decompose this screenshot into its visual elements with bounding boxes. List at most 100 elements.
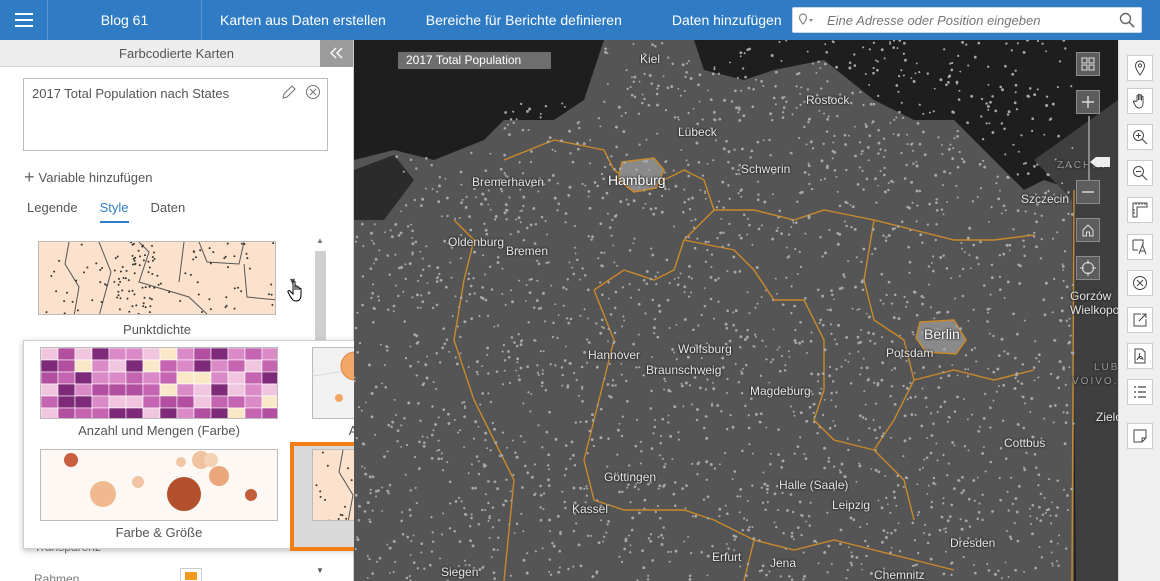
search-icon[interactable] (1113, 8, 1141, 32)
plus-icon (1082, 96, 1094, 108)
city-label: Berlin (924, 326, 960, 342)
text-annotation-button[interactable] (1127, 234, 1153, 260)
region-label: LUBU... (1094, 362, 1118, 373)
zoom-in-tool-button[interactable] (1127, 124, 1153, 150)
pencil-icon[interactable] (281, 84, 297, 100)
city-label: Kassel (572, 502, 609, 516)
collapse-panel-button[interactable] (320, 40, 353, 67)
pin-tool-button[interactable] (1127, 55, 1153, 81)
export-tool-button[interactable] (1127, 307, 1153, 333)
border-color-swatch[interactable] (180, 568, 202, 581)
nav-define-areas[interactable]: Bereiche für Berichte definieren (406, 0, 642, 40)
city-label: Hamburg (608, 172, 666, 188)
minus-icon (1082, 191, 1094, 193)
city-label: Erfurt (712, 550, 742, 564)
city-label: Zielona (1096, 410, 1118, 424)
city-label: Bremerhaven (472, 175, 545, 189)
location-pin-icon[interactable] (793, 8, 819, 32)
top-bar: Blog 61 Karten aus Daten erstellen Berei… (0, 0, 1160, 40)
style-option-label: Anzahl und Mengen (Farbe) (78, 423, 240, 438)
city-label: Potsdam (886, 346, 934, 360)
tab-daten[interactable]: Daten (151, 200, 186, 223)
search-input[interactable] (819, 12, 1113, 28)
plus-icon: + (24, 167, 35, 187)
home-button[interactable] (1076, 218, 1100, 242)
city-label: Bremen (506, 244, 549, 258)
zoom-in-button[interactable] (1076, 90, 1100, 114)
city-label: Wolfsburg (678, 342, 732, 356)
zoom-out-tool-button[interactable] (1127, 160, 1153, 186)
city-label: Oldenburg (448, 235, 505, 249)
city-label: Gorzów Wielkopolski (1070, 289, 1118, 317)
hamburger-menu-icon (14, 13, 33, 27)
city-label: Braunschweig (646, 363, 722, 377)
add-variable-button[interactable]: + Variable hinzufügen (24, 167, 153, 187)
city-label: Cottbus (1004, 436, 1046, 450)
city-label: Jena (770, 556, 797, 570)
zoom-out-button[interactable] (1076, 180, 1100, 204)
map-view[interactable]: 2017 Total Population Kiel Rostock Lübec… (354, 40, 1118, 581)
pdf-icon (1134, 348, 1146, 364)
double-chevron-left-icon (329, 47, 342, 59)
ruler-icon (1132, 202, 1148, 218)
legend-tool-button[interactable] (1127, 379, 1153, 405)
city-label: Hannover (588, 348, 641, 362)
city-label: Dresden (950, 536, 996, 550)
hand-icon (1132, 93, 1144, 109)
hand-cursor-icon (287, 280, 305, 305)
city-label: Halle (Saale) (779, 478, 849, 492)
scroll-up-icon[interactable]: ▲ (316, 236, 324, 245)
scrollbar-thumb[interactable] (315, 251, 326, 351)
text-box-icon (1132, 239, 1147, 255)
location-search (792, 7, 1142, 33)
map-title-field[interactable]: 2017 Total Population nach States (23, 78, 328, 151)
menu-button[interactable] (0, 0, 48, 40)
clear-icon[interactable] (305, 84, 321, 100)
pan-tool-button[interactable] (1127, 88, 1153, 114)
grid-icon (1081, 57, 1095, 71)
zoom-slider-track[interactable] (1088, 116, 1090, 180)
city-label: Chemnitz (874, 568, 925, 581)
home-icon (1082, 224, 1094, 237)
tab-legende[interactable]: Legende (27, 200, 78, 223)
map-title-text: 2017 Total Population nach States (32, 86, 230, 101)
city-label: Siegen (441, 565, 479, 579)
style-option-color-size[interactable]: Farbe & Größe (40, 449, 278, 540)
city-label: Schwerin (741, 162, 791, 176)
panel-header: Farbcodierte Karten (0, 40, 353, 67)
style-option-label: Farbe & Größe (115, 525, 203, 540)
zoom-out-icon (1133, 166, 1148, 181)
city-label: Göttingen (604, 470, 657, 484)
color-size-thumbnail (40, 449, 278, 521)
map-pin-icon (1134, 60, 1146, 76)
export-icon (1133, 313, 1147, 327)
nav-create-maps[interactable]: Karten aus Daten erstellen (202, 0, 406, 40)
locate-button[interactable] (1076, 256, 1100, 280)
style-option-counts-color[interactable]: Anzahl und Mengen (Farbe) (40, 347, 278, 438)
map-canvas (354, 40, 1118, 581)
counts-color-thumbnail (40, 347, 278, 419)
border-label: Rahmen (34, 572, 80, 581)
list-icon (1134, 386, 1146, 398)
measure-tool-button[interactable] (1127, 197, 1153, 223)
city-label: Lübeck (678, 125, 717, 139)
current-style-label: Punktdichte (123, 322, 191, 337)
crosshair-icon (1080, 260, 1096, 276)
panel-title: Farbcodierte Karten (119, 46, 234, 61)
add-variable-label: Variable hinzufügen (38, 170, 153, 185)
notes-tool-button[interactable] (1127, 423, 1153, 449)
pdf-export-button[interactable] (1127, 343, 1153, 369)
city-label: Szczecin (1021, 192, 1070, 206)
current-style-thumbnail[interactable] (38, 241, 276, 315)
clear-tool-button[interactable] (1127, 270, 1153, 296)
project-title[interactable]: Blog 61 (48, 0, 202, 40)
close-circle-icon (1133, 276, 1147, 290)
nav-add-data[interactable]: Daten hinzufügen (642, 0, 802, 40)
right-toolbar (1118, 40, 1160, 581)
map-layer-title: 2017 Total Population (398, 52, 551, 69)
tab-style[interactable]: Style (99, 200, 129, 223)
city-label: Leipzig (832, 498, 871, 512)
basemap-grid-button[interactable] (1076, 52, 1100, 76)
scroll-down-icon[interactable]: ▼ (316, 566, 324, 575)
city-label: Kiel (640, 52, 661, 66)
